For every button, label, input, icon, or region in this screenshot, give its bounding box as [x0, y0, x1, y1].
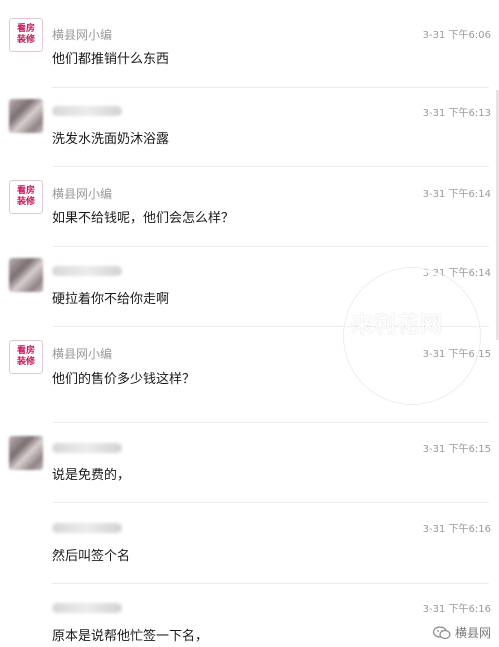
watermark-text: 来利花网: [351, 313, 444, 338]
logo-line-1: 看房: [16, 186, 35, 196]
sender-name: 横县网小编: [52, 187, 113, 201]
logo-line-2: 装修: [16, 357, 35, 367]
message-text: 原本是说帮他忙签一下名，: [52, 629, 209, 644]
message-time: 3-31 下午6:06: [422, 30, 491, 41]
logo-line-2: 装修: [16, 35, 35, 45]
wechat-icon: [432, 625, 451, 639]
blurred-user-avatar[interactable]: [9, 436, 43, 470]
divider: [52, 583, 489, 584]
blurred-sender-name: [52, 443, 122, 453]
message-time: 3-31 下午6:15: [422, 444, 491, 455]
blurred-user-avatar[interactable]: [9, 99, 43, 133]
blurred-sender-name: [52, 106, 122, 116]
watermark-seal: 来利花网: [344, 268, 480, 404]
message-text: 他们都推销什么东西: [52, 52, 170, 67]
sender-name: 横县网小编: [52, 28, 113, 42]
message-text: 他们的售价多少钱这样？: [52, 372, 196, 387]
blurred-sender-name: [52, 266, 122, 276]
message-time: 3-31 下午6:14: [422, 189, 491, 200]
blurred-sender-name: [52, 523, 122, 533]
logo-line-2: 装修: [16, 197, 35, 207]
message-text: 洗发水洗面奶沐浴露: [52, 132, 170, 147]
footer-label: 横县网: [454, 626, 491, 640]
message-text: 如果不给钱呢，他们会怎么样？: [52, 211, 235, 226]
message-text: 说是免费的，: [52, 468, 131, 483]
divider: [52, 166, 489, 167]
message-text: 然后叫签个名: [52, 549, 131, 564]
kanfang-zhuangxiu-logo[interactable]: 看房 装修: [9, 180, 43, 214]
divider: [52, 87, 489, 88]
message-time: 3-31 下午6:16: [422, 604, 491, 615]
message-time: 3-31 下午6:13: [422, 108, 491, 119]
footer-source: 横县网: [432, 624, 491, 641]
message-text: 硬拉着你不给你走啊: [52, 292, 170, 307]
divider: [52, 246, 489, 247]
sender-name: 横县网小编: [52, 347, 113, 361]
chat-history: 看房 装修 横县网小编 3-31 下午6:06 他们都推销什么东西 3-31 下…: [0, 0, 499, 647]
blurred-sender-name: [52, 603, 122, 613]
kanfang-zhuangxiu-logo[interactable]: 看房 装修: [9, 340, 43, 374]
kanfang-zhuangxiu-logo[interactable]: 看房 装修: [9, 18, 43, 52]
blurred-user-avatar[interactable]: [9, 258, 43, 292]
message-time: 3-31 下午6:16: [422, 524, 491, 535]
logo-line-1: 看房: [16, 346, 35, 356]
divider: [52, 422, 489, 423]
divider: [52, 502, 489, 503]
logo-line-1: 看房: [16, 24, 35, 34]
